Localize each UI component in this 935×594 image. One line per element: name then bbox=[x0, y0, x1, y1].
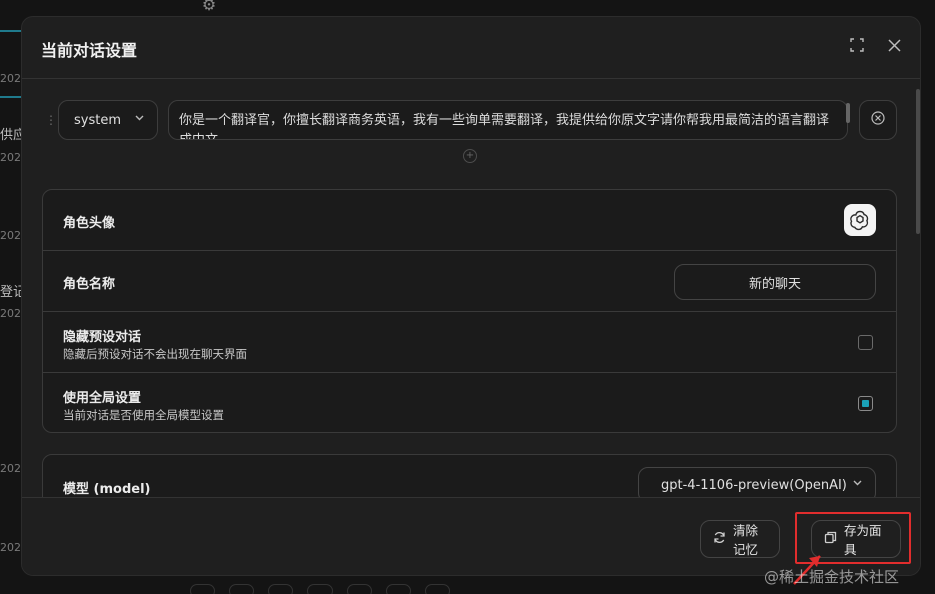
global-settings-label: 使用全局设置 bbox=[63, 391, 142, 406]
model-select[interactable]: gpt-4-1106-preview(OpenAI) bbox=[638, 467, 876, 497]
global-settings-checkbox[interactable] bbox=[858, 396, 873, 411]
clear-circle-icon bbox=[871, 111, 885, 129]
model-settings-card: 模型 (model) gpt-4-1106-preview(OpenAI) bbox=[42, 454, 897, 497]
dialog-scrollbar[interactable] bbox=[916, 89, 920, 234]
dialog-title: 当前对话设置 bbox=[41, 41, 138, 60]
background-active-indicator-2 bbox=[0, 96, 22, 98]
prompt-content-input[interactable]: 你是一个翻译官，你擅长翻译商务英语，我有一些询单需要翻译，我提供给你原文字请你帮… bbox=[168, 100, 848, 140]
close-icon[interactable] bbox=[884, 35, 904, 55]
background-toolbar bbox=[190, 584, 450, 594]
global-settings-row: 使用全局设置 当前对话是否使用全局模型设置 bbox=[43, 373, 896, 432]
refresh-icon bbox=[713, 531, 726, 548]
openai-logo-icon[interactable] bbox=[844, 204, 876, 236]
global-settings-description: 当前对话是否使用全局模型设置 bbox=[63, 408, 224, 422]
add-prompt-icon[interactable]: + bbox=[463, 149, 477, 163]
hide-preset-description: 隐藏后预设对话不会出现在聊天界面 bbox=[63, 347, 247, 361]
expand-icon[interactable] bbox=[847, 35, 867, 55]
model-label: 模型 (model) bbox=[63, 482, 151, 497]
role-name-input[interactable]: 新的聊天 bbox=[674, 264, 876, 300]
dialog-header: 当前对话设置 bbox=[22, 17, 920, 79]
avatar-row: 角色头像 bbox=[43, 190, 896, 251]
dialog-footer: 清除记忆 存为面具 bbox=[22, 497, 920, 575]
background-active-indicator bbox=[0, 30, 22, 32]
hide-preset-label: 隐藏预设对话 bbox=[63, 330, 142, 345]
prompt-scrollbar[interactable] bbox=[846, 103, 850, 123]
watermark: @稀土掘金技术社区 bbox=[764, 568, 900, 586]
name-row: 角色名称 新的聊天 bbox=[43, 251, 896, 312]
role-select-value: system bbox=[74, 112, 121, 128]
chat-settings-dialog: 当前对话设置 ⋮⋮ system 你是一个翻译官，你擅长翻译商务英语，我有一些询… bbox=[21, 16, 921, 576]
role-settings-card: 角色头像 角色名称 新的聊天 隐藏预设对话 隐藏后预设对话不会出现在聊天界面 使… bbox=[42, 189, 897, 433]
role-select[interactable]: system bbox=[58, 100, 158, 140]
drag-handle-icon[interactable]: ⋮⋮ bbox=[45, 113, 69, 127]
hide-preset-checkbox[interactable] bbox=[858, 335, 873, 350]
clear-memory-button[interactable]: 清除记忆 bbox=[700, 520, 780, 558]
avatar-label: 角色头像 bbox=[63, 216, 116, 231]
clear-message-button[interactable] bbox=[859, 100, 897, 140]
chevron-down-icon bbox=[134, 112, 145, 126]
dialog-body[interactable]: ⋮⋮ system 你是一个翻译官，你擅长翻译商务英语，我有一些询单需要翻译，我… bbox=[22, 79, 920, 497]
clear-memory-label: 清除记忆 bbox=[733, 523, 759, 557]
chevron-down-icon bbox=[852, 477, 863, 491]
name-label: 角色名称 bbox=[63, 277, 116, 292]
hide-preset-row: 隐藏预设对话 隐藏后预设对话不会出现在聊天界面 bbox=[43, 312, 896, 373]
settings-gear-icon[interactable]: ⚙ bbox=[196, 0, 222, 14]
model-select-value: gpt-4-1106-preview(OpenAI) bbox=[661, 477, 847, 493]
